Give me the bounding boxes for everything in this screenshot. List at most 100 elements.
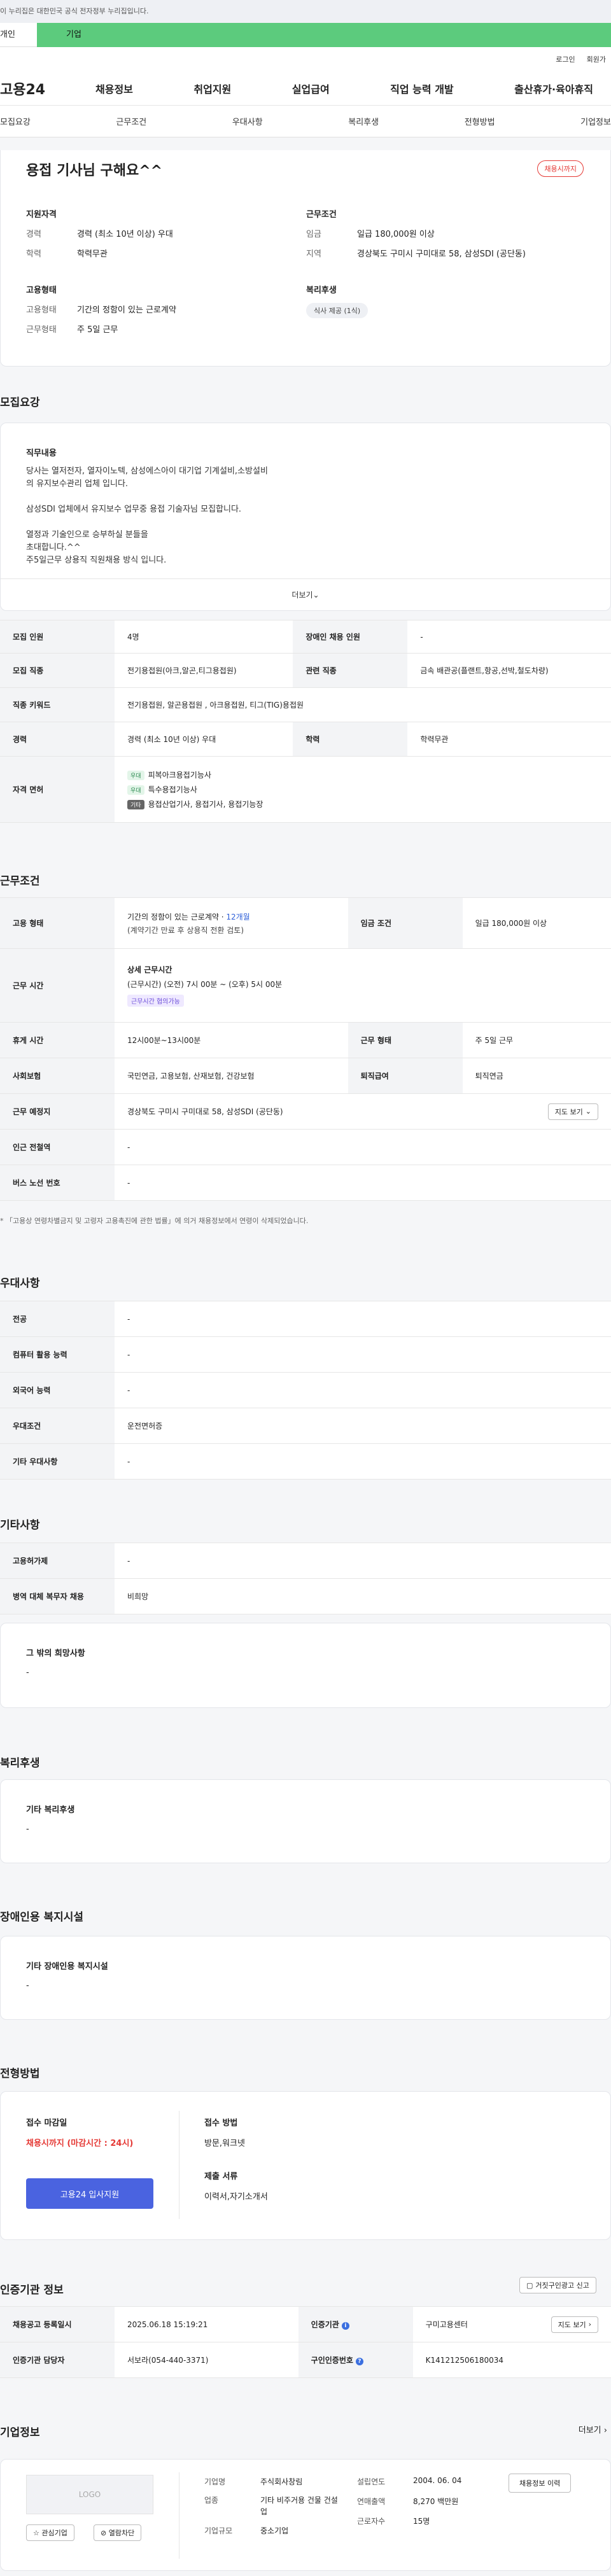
prefer-table: 전공 - 컴퓨터 활용 능력 - 외국어 능력 - 우대조건 운전면허증 기타 우대사항… xyxy=(0,1301,611,1480)
status-badge: 채용시까지 xyxy=(537,160,584,177)
cell-header: 기타 우대사항 xyxy=(0,1443,115,1480)
cell-value: 주 5일 근무 xyxy=(462,1022,611,1058)
cell-value: 기간의 정함이 있는 근로계약 · 12개월 (계약기간 만료 후 상용직 전환 … xyxy=(115,897,348,949)
recruit-table: 모집 인원 4명 장애인 채용 인원 - 모집 직종 전기용접원(아크,알곤,티그용접원… xyxy=(0,620,611,823)
lnb-company[interactable]: 기업정보 xyxy=(580,115,611,127)
welfare-block: 복리후생 식사 제공 (1식) xyxy=(306,283,586,342)
section-title-disabled: 장애인용 복지시설 xyxy=(0,1911,84,1924)
document-icon: ▢ xyxy=(526,2281,533,2290)
kv-key: 학력 xyxy=(26,249,41,259)
report-label: 거짓구인광고 신고 xyxy=(535,2281,589,2290)
tab-individual[interactable]: 개인 xyxy=(0,23,37,47)
join-link[interactable]: 회원가 xyxy=(587,54,606,64)
num-header-label: 구인인증번호 xyxy=(311,2356,353,2365)
method-value: 방문,워크넷 xyxy=(204,2139,245,2148)
gnb-item-jobs[interactable]: 채용정보 xyxy=(95,81,151,96)
cert-table: 채용공고 등록일시 2025.06.18 15:19:21 인증기관 i 구미고용센터 지… xyxy=(0,2306,611,2378)
tab-company[interactable]: 기업 xyxy=(37,23,611,47)
company-field-label: 기업규모 xyxy=(204,2526,233,2535)
cell-value: - xyxy=(115,1336,611,1373)
cell-value: 서보라(054-440-3371) xyxy=(115,2342,298,2378)
docs-value: 이력서,자기소개서 xyxy=(204,2192,268,2202)
welfare-card: 기타 복리후생 - xyxy=(0,1779,611,1863)
cert-org: 구미고용센터 xyxy=(425,2320,468,2329)
employment-type-block: 고용형태 고용형태 기간의 정함이 있는 근로계약 근무형태 주 5일 근무 xyxy=(26,283,306,342)
more-label: 더보기 xyxy=(291,591,313,599)
job-description-card: 직무내용 당사는 열저전자, 열자이노텍, 삼성에스아이 대기업 기계설비,소방… xyxy=(0,423,611,611)
cell-value: 12시00분~13시00분 xyxy=(115,1022,348,1058)
lnb-recruit[interactable]: 모집요강 xyxy=(0,115,31,127)
license-list: 우대 피복아크용접기능사 우대 특수용접기능사 기타 용접산업기사, 용접기사, 용접… xyxy=(115,756,611,823)
kv-value: 경상북도 구미시 구미대로 58, 삼성SDI (공단동) xyxy=(357,249,526,259)
cell-header: 외국어 능력 xyxy=(0,1372,115,1408)
cell-header: 채용공고 등록일시 xyxy=(0,2306,115,2342)
gnb-item-training[interactable]: 직업 능력 개발 xyxy=(390,81,471,96)
hiring-history-button[interactable]: 채용정보 이력 xyxy=(509,2474,572,2493)
gnb-item-support[interactable]: 취업지원 xyxy=(193,81,249,96)
cell-header: 자격 면허 xyxy=(0,756,115,823)
gnb-item-leave[interactable]: 출산휴가·육아휴직 xyxy=(514,81,611,96)
cell-header: 장애인 채용 인원 xyxy=(293,620,408,654)
star-icon: ☆ xyxy=(33,2529,39,2537)
lnb-apply[interactable]: 전형방법 xyxy=(465,115,495,127)
etc-wish-value: - xyxy=(26,1668,29,1677)
company-field-label: 근로자수 xyxy=(357,2517,386,2526)
more-button[interactable]: 더보기 ⌄ xyxy=(1,578,610,610)
cell-header: 모집 인원 xyxy=(0,620,115,654)
cell-header: 사회보험 xyxy=(0,1058,115,1094)
report-fake-ad-button[interactable]: ▢ 거짓구인광고 신고 xyxy=(519,2277,596,2293)
age-law-note: * 「고용상 연령차별금지 및 고령자 고용촉진에 관한 법률」에 의거 채용정… xyxy=(0,1217,309,1225)
disabled-facility-value: - xyxy=(26,1981,29,1991)
favorite-company-button[interactable]: ☆ 관심기업 xyxy=(26,2524,74,2541)
work-place: 경상북도 구미시 구미대로 58, 삼성SDI (공단동) xyxy=(127,1107,283,1116)
cell-value: 경상북도 구미시 구미대로 58, 삼성SDI (공단동) 지도 보기 ⌄ xyxy=(115,1093,611,1130)
contract-months: 12개월 xyxy=(226,912,250,921)
kv-value: 기간의 정함이 있는 근로계약 xyxy=(77,305,176,315)
welfare-title: 복리후생 xyxy=(306,286,337,295)
cert-map-button[interactable]: 지도 보기 › xyxy=(551,2316,598,2333)
info-icon[interactable]: ? xyxy=(355,2358,363,2365)
info-icon[interactable]: i xyxy=(341,2322,349,2330)
employment-type-note: (계약기간 만료 후 상용직 전환 검토) xyxy=(127,925,244,935)
block-icon: ⊘ xyxy=(101,2529,107,2537)
work-time-detail: (근무시간) (오전) 7시 00분 ~ (오후) 5시 00분 xyxy=(127,980,283,989)
cell-value: 금속 배관공(플랜트,항공,선박,철도차량) xyxy=(407,653,611,688)
kv-value: 일급 180,000원 이상 xyxy=(357,230,435,239)
work-time-title: 상세 근무시간 xyxy=(127,965,172,974)
login-link[interactable]: 로그인 xyxy=(556,54,575,64)
lnb-work[interactable]: 근무조건 xyxy=(116,115,146,127)
docs-label: 제출 서류 xyxy=(204,2172,238,2181)
cell-value: 퇴직연금 xyxy=(462,1058,611,1094)
apply-button[interactable]: 고용24 입사지원 xyxy=(26,2178,153,2209)
method-label: 접수 방법 xyxy=(204,2118,238,2128)
kv-key: 경력 xyxy=(26,230,41,239)
lnb-prefer[interactable]: 우대사항 xyxy=(232,115,263,127)
cell-value: - xyxy=(115,1543,611,1579)
gnb-item-unemployment[interactable]: 실업급여 xyxy=(292,81,348,96)
work-condition-block: 근무조건 임금 일급 180,000원 이상 지역 경상북도 구미시 구미대로 58… xyxy=(306,207,586,267)
company-card: LOGO ☆ 관심기업 ⊘ 열람차단 기업명 주식회사창림 업종 기타 비주거용 건… xyxy=(0,2459,611,2571)
work-time-tag: 근무시간 협의가능 xyxy=(127,995,184,1007)
cell-header: 근무 예정지 xyxy=(0,1093,115,1130)
kv-key: 지역 xyxy=(306,249,321,259)
section-title-welfare: 복리후생 xyxy=(0,1757,40,1770)
cell-value: - xyxy=(115,1443,611,1480)
cell-header: 구인인증번호? xyxy=(298,2342,413,2378)
cell-value: - xyxy=(115,1372,611,1408)
company-logo: LOGO xyxy=(26,2475,153,2514)
cell-value: - xyxy=(407,620,611,654)
block-view-button[interactable]: ⊘ 열람차단 xyxy=(94,2524,142,2541)
lnb-welfare[interactable]: 복리후생 xyxy=(348,115,379,127)
global-nav: 고용24 채용정보 취업지원 실업급여 직업 능력 개발 출산휴가·육아휴직 xyxy=(0,71,611,106)
gov-notice-text: 이 누리집은 대한민국 공식 전자정부 누리집입니다. xyxy=(0,7,149,15)
etc-wish-title: 그 밖의 희망사항 xyxy=(26,1649,85,1658)
map-button[interactable]: 지도 보기 ⌄ xyxy=(547,1103,598,1120)
site-logo[interactable]: 고용24 xyxy=(0,78,95,99)
cell-value: 상세 근무시간 (근무시간) (오전) 7시 00분 ~ (오후) 5시 00분근… xyxy=(115,948,611,1023)
section-title-apply: 전형방법 xyxy=(0,2068,40,2080)
cell-header: 병역 대체 복무자 채용 xyxy=(0,1578,115,1614)
cell-value: 국민연금, 고용보험, 산재보험, 건강보험 xyxy=(115,1058,348,1094)
company-more-link[interactable]: 더보기 › xyxy=(579,2423,607,2435)
favorite-label: 관심기업 xyxy=(41,2529,67,2537)
company-more-label: 더보기 xyxy=(578,2426,601,2435)
